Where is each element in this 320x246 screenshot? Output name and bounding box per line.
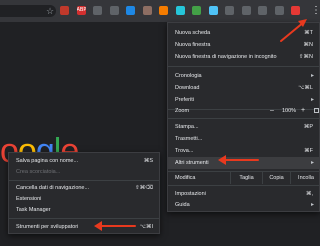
zoom-out-button[interactable]: – xyxy=(270,105,274,117)
menu-item-label: Guida xyxy=(175,202,190,208)
menu-item-find[interactable]: Trova... ⌘F xyxy=(168,145,319,157)
shortcut-label: ⌘N xyxy=(303,42,313,48)
menu-item-task-manager[interactable]: Task Manager xyxy=(9,204,159,216)
menu-separator xyxy=(168,118,319,119)
menu-item-label: Nuova finestra xyxy=(175,42,211,48)
abp-icon[interactable]: ABP xyxy=(76,6,86,15)
grid-icon[interactable] xyxy=(109,6,119,15)
menu-item-label: Trasmetti... xyxy=(175,136,203,142)
zoom-in-button[interactable]: + xyxy=(301,105,305,117)
menu-item-incognito[interactable]: Nuova finestra di navigazione in incogni… xyxy=(168,51,319,63)
menu-item-label: Zoom xyxy=(175,108,190,114)
chrome-menu-button[interactable]: ⋮ xyxy=(311,4,320,18)
menu-item-label: Nuova scheda xyxy=(175,30,211,36)
menu-item-help[interactable]: Guida ▸ xyxy=(168,199,319,211)
paste-button[interactable]: Incolla xyxy=(290,172,320,184)
fullscreen-icon[interactable] xyxy=(314,108,319,113)
shortcut-label: ⌘T xyxy=(304,30,313,36)
gear-icon[interactable] xyxy=(258,6,267,15)
shortcut-label: ⌥⌘L xyxy=(298,85,313,91)
menu-item-zoom: Zoom – 100% + xyxy=(168,105,319,117)
menu-item-create-shortcut: Crea scorciatoia... xyxy=(9,166,159,178)
chevron-right-icon: ▸ xyxy=(310,73,314,79)
profile-icon[interactable] xyxy=(291,6,300,15)
menu-item-edit: Modifica Taglia Copia Incolla xyxy=(168,172,319,184)
browser-toolbar: ☆ ABP ⋮ xyxy=(0,0,320,22)
menu-item-label: Impostazioni xyxy=(175,191,206,197)
menu-item-label: Trova... xyxy=(175,148,194,154)
shortcut-label: ⌥⌘I xyxy=(139,224,153,230)
more-tools-submenu: Salva pagina con nome... ⌘S Crea scorcia… xyxy=(8,152,160,234)
shortcut-label: ⌘F xyxy=(304,148,313,154)
chevron-right-icon: ▸ xyxy=(310,160,314,166)
menu-item-new-window[interactable]: Nuova finestra ⌘N xyxy=(168,39,319,51)
copy-button[interactable]: Copia xyxy=(262,172,290,184)
shortcut-label: ⌘P xyxy=(303,124,313,130)
menu-item-label: Task Manager xyxy=(16,207,51,213)
menu-item-developer-tools[interactable]: Strumenti per sviluppatori ⌥⌘I xyxy=(9,221,159,233)
menu-item-label: Modifica xyxy=(175,175,196,181)
menu-item-label: Estensioni xyxy=(16,196,42,202)
menu-item-downloads[interactable]: Download ⌥⌘L xyxy=(168,82,319,94)
chrome-main-menu: Nuova scheda ⌘T Nuova finestra ⌘N Nuova … xyxy=(167,22,320,212)
image-icon[interactable] xyxy=(93,6,102,15)
red-square-icon[interactable] xyxy=(60,6,69,15)
lightblue-icon[interactable] xyxy=(208,6,218,15)
menu-item-history[interactable]: Cronologia ▸ xyxy=(168,70,319,82)
menu-separator xyxy=(9,180,159,181)
cut-button[interactable]: Taglia xyxy=(230,172,262,184)
menu-item-label: Stampa... xyxy=(175,124,199,130)
menu-separator xyxy=(9,218,159,219)
menu-item-label: Salva pagina con nome... xyxy=(16,158,79,164)
menu-item-cast[interactable]: Trasmetti... xyxy=(168,133,319,145)
menu-item-label: Crea scorciatoia... xyxy=(16,169,61,175)
menu-item-label: Altri strumenti xyxy=(175,160,209,166)
bookmark-star-icon[interactable]: ☆ xyxy=(46,6,54,16)
menu-item-label: Strumenti per sviluppatori xyxy=(16,224,79,230)
cyan-icon[interactable] xyxy=(175,6,185,15)
green-icon[interactable] xyxy=(192,6,201,15)
menu-item-print[interactable]: Stampa... ⌘P xyxy=(168,121,319,133)
box-icon[interactable] xyxy=(142,6,152,15)
menu-item-label: Cancella dati di navigazione... xyxy=(16,185,90,191)
menu-separator xyxy=(168,66,319,67)
menu-separator xyxy=(168,185,319,186)
menu-item-label: Nuova finestra di navigazione in incogni… xyxy=(175,54,277,60)
blue-circle-icon[interactable] xyxy=(126,6,135,15)
menu-item-label: Download xyxy=(175,85,200,91)
menu-item-more-tools[interactable]: Altri strumenti ▸ xyxy=(168,157,319,169)
orange-icon[interactable] xyxy=(159,6,168,15)
menu-item-label: Preferiti xyxy=(175,97,194,103)
cast-icon[interactable] xyxy=(225,6,234,15)
puzzle-icon[interactable] xyxy=(241,6,251,15)
menu-item-label: Cronologia xyxy=(175,73,202,79)
chevron-right-icon: ▸ xyxy=(310,202,314,208)
menu-item-new-tab[interactable]: Nuova scheda ⌘T xyxy=(168,27,319,39)
shortcut-label: ⇧⌘N xyxy=(298,54,313,60)
zoom-level: 100% xyxy=(282,108,297,114)
tiles-icon[interactable] xyxy=(274,6,284,15)
